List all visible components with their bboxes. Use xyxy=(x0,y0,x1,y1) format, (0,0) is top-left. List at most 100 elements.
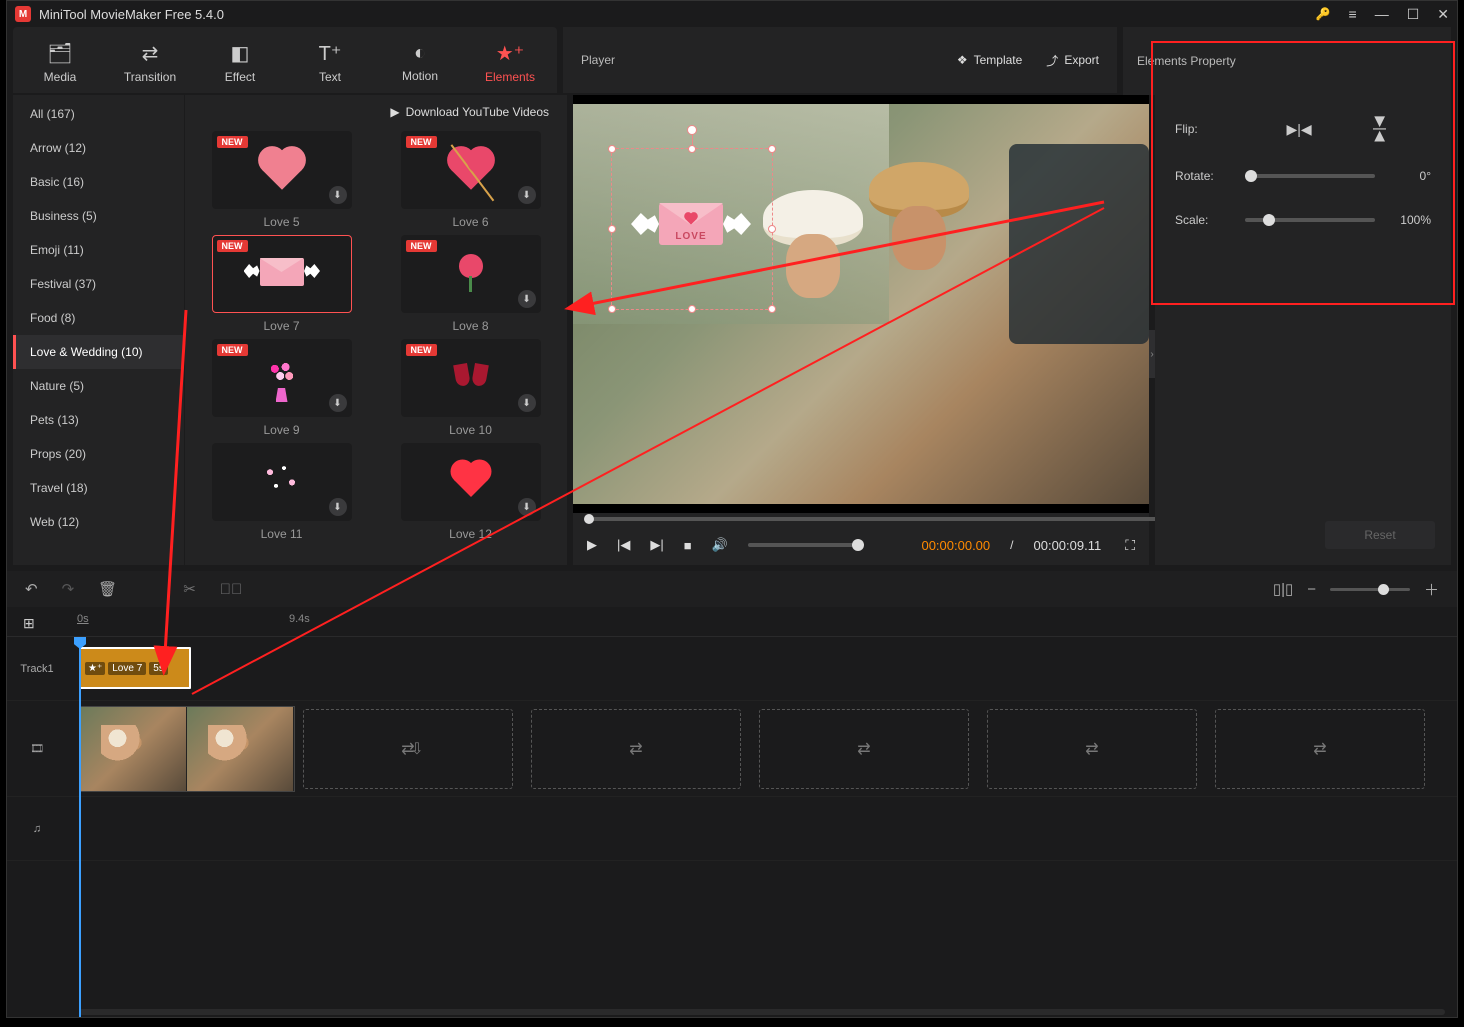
properties-header: Elements Property xyxy=(1123,27,1451,95)
video-clip[interactable] xyxy=(79,706,295,792)
cat-web[interactable]: Web (12) xyxy=(13,505,184,539)
export-button[interactable]: ⤴Export xyxy=(1046,52,1099,69)
split-button[interactable]: ✂ xyxy=(183,580,196,598)
delete-button[interactable]: 🗑 xyxy=(98,580,117,598)
effect-icon: ◧ xyxy=(231,41,250,66)
asset-love-9[interactable]: NEW⬇ xyxy=(212,339,352,417)
scale-label: Scale: xyxy=(1175,213,1231,227)
maximize-button[interactable]: ☐ xyxy=(1407,6,1420,23)
download-icon[interactable]: ⬇ xyxy=(329,498,347,516)
youtube-icon: ▶ xyxy=(390,105,399,119)
player-header: Player ❖Template ⤴Export xyxy=(563,27,1117,95)
template-icon: ❖ xyxy=(957,53,968,67)
zoom-slider[interactable] xyxy=(1330,588,1410,591)
fullscreen-button[interactable]: ⛶ xyxy=(1125,537,1135,554)
tab-text[interactable]: T⁺Text xyxy=(285,33,375,87)
timeline-ruler[interactable]: ⊞ 0s 9.4s xyxy=(7,607,1457,637)
track-video[interactable]: 🎞 ⇄ ⇩ ⇄ ⇄ ⇄ ⇄ xyxy=(7,701,1457,797)
prev-frame-button[interactable]: |◀ xyxy=(617,537,630,553)
flip-horizontal-button[interactable]: ▶|◀ xyxy=(1283,119,1315,139)
cat-nature[interactable]: Nature (5) xyxy=(13,369,184,403)
track-elements[interactable]: Track1 ★⁺ Love 7 5s xyxy=(7,637,1457,701)
asset-love-5[interactable]: NEW⬇ xyxy=(212,131,352,209)
cat-festival[interactable]: Festival (37) xyxy=(13,267,184,301)
close-button[interactable]: ✕ xyxy=(1437,6,1449,23)
time-duration: 00:00:09.11 xyxy=(1034,538,1102,553)
element-love-7-overlay[interactable]: LOVE xyxy=(619,192,763,256)
asset-love-8[interactable]: NEW⬇ xyxy=(401,235,541,313)
drop-slot[interactable]: ⇄ xyxy=(1215,709,1425,789)
track-audio[interactable]: ♫ xyxy=(7,797,1457,861)
volume-icon[interactable]: 🔊 xyxy=(712,537,728,553)
download-icon[interactable]: ⬇ xyxy=(518,290,536,308)
drop-slot[interactable]: ⇄ xyxy=(759,709,969,789)
next-frame-button[interactable]: ▶| xyxy=(650,537,663,553)
template-button[interactable]: ❖Template xyxy=(957,53,1022,67)
cat-props[interactable]: Props (20) xyxy=(13,437,184,471)
download-icon[interactable]: ⬇ xyxy=(518,394,536,412)
tab-motion[interactable]: ◐Motion xyxy=(375,33,465,87)
zoom-in-button[interactable]: ＋ xyxy=(1424,579,1439,600)
drop-slot[interactable]: ⇄ xyxy=(987,709,1197,789)
app-logo: M xyxy=(15,6,31,22)
zoom-out-button[interactable]: − xyxy=(1307,581,1316,598)
asset-love-10[interactable]: NEW⬇ xyxy=(401,339,541,417)
video-track-icon: 🎞 xyxy=(7,742,67,755)
reset-button[interactable]: Reset xyxy=(1325,521,1435,549)
asset-love-12[interactable]: ⬇ xyxy=(401,443,541,521)
download-icon[interactable]: ⬇ xyxy=(518,498,536,516)
playhead[interactable] xyxy=(79,637,81,1017)
crop-button[interactable]: ✂⃞ xyxy=(220,581,243,598)
motion-icon: ◐ xyxy=(414,42,426,65)
cat-business[interactable]: Business (5) xyxy=(13,199,184,233)
asset-love-7[interactable]: NEW xyxy=(212,235,352,313)
key-icon[interactable]: 🔑 xyxy=(1316,7,1331,21)
timeline-panel: ↶ ↷ 🗑 ✂ ✂⃞ ▯|▯ − ＋ ⊞ 0s 9.4s Track1 xyxy=(7,571,1457,1017)
cat-travel[interactable]: Travel (18) xyxy=(13,471,184,505)
tab-elements[interactable]: ★⁺Elements xyxy=(465,33,555,87)
add-track-button[interactable]: ⊞ xyxy=(23,615,35,632)
download-icon[interactable]: ⬇ xyxy=(329,394,347,412)
rotate-handle[interactable] xyxy=(687,125,697,135)
tab-transition[interactable]: ⇄Transition xyxy=(105,33,195,87)
fit-button[interactable]: ▯|▯ xyxy=(1273,580,1293,598)
asset-love-11[interactable]: ⬇ xyxy=(212,443,352,521)
video-preview[interactable]: LOVE xyxy=(573,104,1149,504)
tab-media[interactable]: 🗂Media xyxy=(15,33,105,87)
collapse-panel-button[interactable]: › xyxy=(1149,330,1155,378)
minimize-button[interactable]: — xyxy=(1375,6,1389,22)
time-current: 00:00:00.00 xyxy=(921,538,990,553)
drop-slot-import[interactable]: ⇩ xyxy=(367,709,467,789)
seek-slider[interactable] xyxy=(587,517,1163,521)
volume-slider[interactable] xyxy=(748,543,858,547)
menu-icon[interactable]: ≡ xyxy=(1349,6,1357,22)
asset-love-6[interactable]: NEW⬇ xyxy=(401,131,541,209)
redo-button[interactable]: ↷ xyxy=(62,580,75,598)
player-title: Player xyxy=(581,53,615,67)
download-icon[interactable]: ⬇ xyxy=(518,186,536,204)
cat-love-wedding[interactable]: Love & Wedding (10) xyxy=(13,335,184,369)
cat-pets[interactable]: Pets (13) xyxy=(13,403,184,437)
cat-food[interactable]: Food (8) xyxy=(13,301,184,335)
player-panel: LOVE ▶ |◀ ▶| ■ 🔊 00:00:00.00 / 00:00:09.… xyxy=(573,95,1149,565)
tab-effect[interactable]: ◧Effect xyxy=(195,33,285,87)
timeline-scrollbar[interactable] xyxy=(79,1009,1445,1015)
undo-button[interactable]: ↶ xyxy=(25,580,38,598)
scale-slider[interactable] xyxy=(1245,218,1375,222)
rotate-slider[interactable] xyxy=(1245,174,1375,178)
rotate-label: Rotate: xyxy=(1175,169,1231,183)
download-icon[interactable]: ⬇ xyxy=(329,186,347,204)
stop-button[interactable]: ■ xyxy=(684,538,692,553)
drop-slot[interactable]: ⇄ xyxy=(531,709,741,789)
cat-emoji[interactable]: Emoji (11) xyxy=(13,233,184,267)
download-youtube-link[interactable]: ▶ Download YouTube Videos xyxy=(185,95,567,125)
cat-all[interactable]: All (167) xyxy=(13,97,184,131)
title-bar: M MiniTool MovieMaker Free 5.4.0 🔑 ≡ — ☐… xyxy=(7,1,1457,27)
flip-vertical-button[interactable]: ▶|◀ xyxy=(1371,113,1391,145)
play-button[interactable]: ▶ xyxy=(587,537,597,553)
cat-basic[interactable]: Basic (16) xyxy=(13,165,184,199)
text-icon: T⁺ xyxy=(319,41,342,66)
clip-love-7[interactable]: ★⁺ Love 7 5s xyxy=(79,647,191,689)
transition-icon: ⇄ xyxy=(142,41,159,66)
cat-arrow[interactable]: Arrow (12) xyxy=(13,131,184,165)
